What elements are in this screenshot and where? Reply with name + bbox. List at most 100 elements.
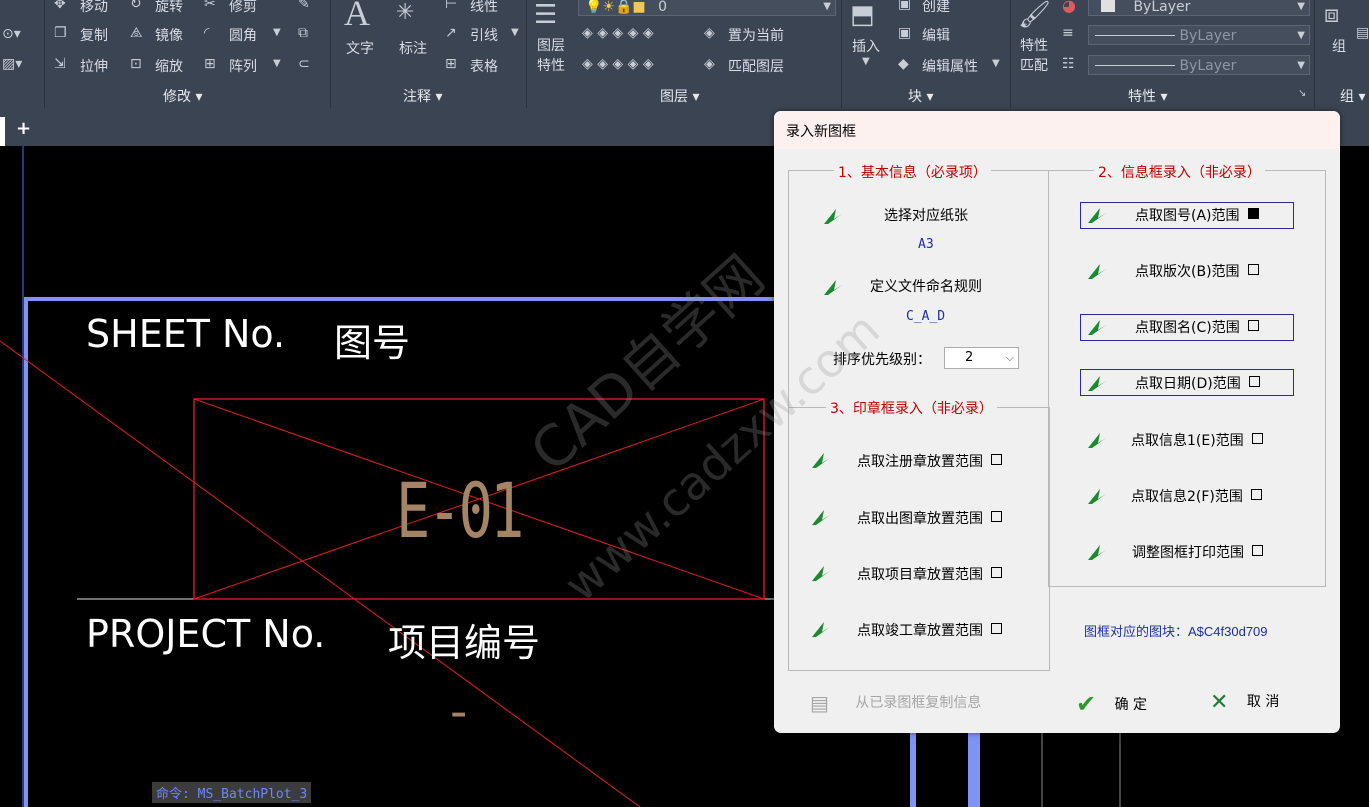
stamp-item-register[interactable]: 点取注册章放置范围	[857, 451, 1002, 471]
pick-icon[interactable]	[1086, 542, 1108, 562]
paper-value: A3	[918, 237, 934, 252]
create-block-button[interactable]: 创建	[922, 0, 950, 16]
edit-attributes-button[interactable]: 编辑属性	[922, 56, 978, 76]
pick-icon[interactable]	[1086, 430, 1108, 450]
pick-icon[interactable]	[822, 206, 844, 226]
pick-icon[interactable]	[810, 507, 832, 527]
layer-tools-row2-icon[interactable]: ◈ ◈ ◈ ◈ ◈	[582, 56, 654, 72]
text-button[interactable]: 文字	[346, 38, 374, 58]
group-tools-icon[interactable]: ▤	[1356, 25, 1369, 41]
pick-icon[interactable]	[1086, 486, 1108, 506]
dialog-title-bar[interactable]: 录入新图框	[774, 111, 1340, 149]
linetype-dropdown[interactable]: ByLayer ▼	[1088, 55, 1310, 75]
group-button[interactable]: 组	[1332, 36, 1346, 56]
trim-button[interactable]: 修剪	[229, 0, 257, 16]
explode-icon[interactable]: ⧉	[298, 25, 308, 41]
pick-icon[interactable]	[1086, 373, 1108, 393]
modify-panel-title[interactable]: 修改 ▾	[163, 86, 202, 106]
stamp-item-project[interactable]: 点取项目章放置范围	[857, 564, 1002, 584]
layer-tools-row1-icon[interactable]: ◈ ◈ ◈ ◈ ◈	[582, 25, 654, 41]
array-button[interactable]: 阵列	[229, 56, 257, 76]
pick-icon[interactable]	[1086, 205, 1108, 225]
color-dropdown[interactable]: ByLayer ▼	[1088, 0, 1310, 16]
pick-icon[interactable]	[810, 450, 832, 470]
color-wheel-icon[interactable]: ◕	[1062, 0, 1076, 15]
sort-priority-select[interactable]: 2 ⌵	[944, 347, 1019, 369]
dropdown-icon[interactable]: ▼	[273, 58, 281, 69]
checkbox[interactable]	[991, 567, 1002, 578]
color-swatch-icon	[1101, 0, 1115, 12]
lineweight-dropdown[interactable]: ByLayer ▼	[1088, 25, 1310, 45]
checkbox[interactable]	[1247, 320, 1259, 331]
pick-icon[interactable]	[1086, 261, 1108, 281]
linetype-icon: ☷	[1062, 56, 1075, 72]
linear-button[interactable]: 线性	[470, 0, 498, 16]
fillet-button[interactable]: 圆角	[229, 25, 257, 45]
mirror-button[interactable]: 镜像	[155, 25, 183, 45]
edit-block-button[interactable]: 编辑	[922, 25, 950, 45]
checkbox[interactable]	[1247, 208, 1259, 219]
copy-button[interactable]: 复制	[80, 25, 108, 45]
checkbox[interactable]	[991, 454, 1002, 465]
select-paper-button[interactable]: 选择对应纸张	[884, 205, 968, 225]
info-item-info1[interactable]: 点取信息1(E)范围	[1131, 430, 1263, 450]
checkbox[interactable]	[1248, 376, 1260, 387]
erase-icon[interactable]: ✎	[298, 0, 310, 12]
checkbox[interactable]	[1252, 545, 1263, 556]
line-sample-icon	[1095, 35, 1175, 36]
leader-button[interactable]: 引线	[470, 25, 498, 45]
match-properties-button[interactable]: 特性 匹配	[1020, 36, 1048, 76]
checkbox[interactable]	[991, 623, 1002, 634]
pick-icon[interactable]	[810, 563, 832, 583]
pick-icon[interactable]	[810, 619, 832, 639]
block-panel-title[interactable]: 块 ▾	[908, 86, 933, 106]
group-panel-title[interactable]: 组 ▾	[1340, 86, 1365, 106]
hatch-tool-icon[interactable]: ▨▾	[2, 56, 22, 72]
move-button[interactable]: 移动	[80, 0, 108, 16]
annotation-panel-title[interactable]: 注释 ▾	[403, 86, 442, 106]
layer-properties-button[interactable]: 图层 特性	[537, 36, 565, 76]
dimension-button[interactable]: 标注	[399, 38, 427, 58]
layers-panel-title[interactable]: 图层 ▾	[660, 86, 699, 106]
cancel-button[interactable]: ✕ 取 消	[1210, 690, 1279, 715]
new-tab-button[interactable]: +	[16, 118, 31, 139]
command-line[interactable]: 命令: MS_BatchPlot_3	[152, 782, 312, 803]
define-naming-button[interactable]: 定义文件命名规则	[870, 276, 982, 296]
layer-dropdown[interactable]: 💡☀🔒■ 0 ▼	[578, 0, 836, 16]
stamp-item-completion[interactable]: 点取竣工章放置范围	[857, 620, 1002, 640]
insert-button[interactable]: 插入	[852, 36, 880, 56]
checkbox[interactable]	[1251, 433, 1263, 444]
pick-icon[interactable]	[1086, 317, 1108, 337]
chevron-down-icon[interactable]: ▼	[862, 56, 870, 67]
checkbox[interactable]	[1250, 489, 1262, 500]
dropdown-icon[interactable]: ▼	[992, 58, 1000, 69]
info-item-info2[interactable]: 点取信息2(F)范围	[1131, 486, 1262, 506]
table-button[interactable]: 表格	[470, 56, 498, 76]
checkbox[interactable]	[1247, 264, 1259, 275]
info-item-date[interactable]: 点取日期(D)范围	[1135, 373, 1260, 393]
close-icon: ✕	[1210, 690, 1229, 715]
info-item-print-range[interactable]: 调整图框打印范围	[1132, 542, 1263, 562]
copy-info-button[interactable]: ▤ 从已录图框复制信息	[810, 691, 981, 715]
info-item-revision[interactable]: 点取版次(B)范围	[1135, 261, 1259, 281]
basic-info-label: 1、基本信息（必录项）	[834, 162, 991, 182]
set-current-button[interactable]: 置为当前	[728, 25, 784, 45]
array-icon: ⊞	[204, 56, 216, 72]
offset-icon[interactable]: ⊂	[298, 56, 310, 72]
active-file-tab[interactable]	[0, 117, 5, 146]
stretch-button[interactable]: 拉伸	[80, 56, 108, 76]
scale-button[interactable]: 缩放	[155, 56, 183, 76]
properties-panel-title[interactable]: 特性 ▾	[1128, 86, 1167, 106]
pick-icon[interactable]	[822, 277, 844, 297]
dropdown-icon[interactable]: ▼	[273, 27, 281, 38]
match-layer-button[interactable]: 匹配图层	[728, 56, 784, 76]
ok-button[interactable]: ✔ 确 定	[1076, 690, 1147, 718]
info-item-sheet-name[interactable]: 点取图名(C)范围	[1135, 317, 1259, 337]
info-item-sheet-no[interactable]: 点取图号(A)范围	[1135, 205, 1259, 225]
circle-tool-icon[interactable]: ⊙▾	[2, 26, 21, 42]
checkbox[interactable]	[991, 511, 1002, 522]
panel-expand-icon[interactable]: ↘	[1298, 88, 1306, 99]
dropdown-icon[interactable]: ▼	[511, 27, 519, 38]
stamp-item-output[interactable]: 点取出图章放置范围	[857, 508, 1002, 528]
rotate-button[interactable]: 旋转	[155, 0, 183, 16]
